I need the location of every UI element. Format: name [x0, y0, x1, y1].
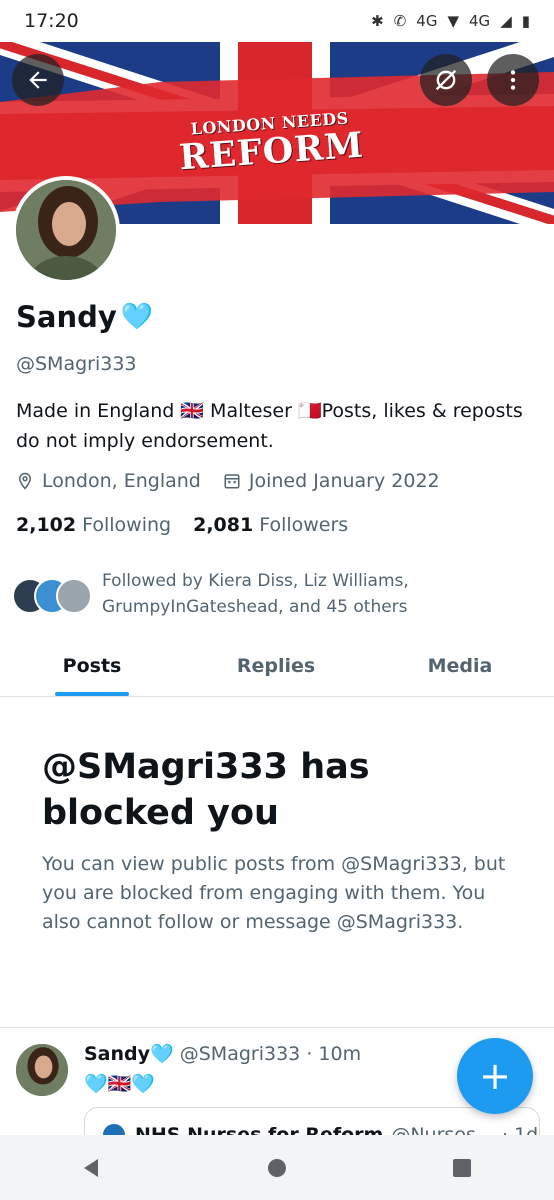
followers-label: Followers — [259, 514, 349, 536]
nav-back-icon[interactable] — [80, 1156, 104, 1180]
network-label-2: 4G — [469, 12, 491, 30]
following-link[interactable]: 2,102 Following — [16, 514, 171, 536]
followed-by-avatars — [12, 578, 92, 614]
tweet-author-handle: @SMagri333 — [179, 1043, 301, 1065]
tweet-avatar[interactable] — [16, 1044, 68, 1096]
network-label-1: 4G — [416, 12, 438, 30]
blocked-notice: @SMagri333 has blocked you You can view … — [42, 744, 512, 937]
tweet-header: Sandy🩵 @SMagri333 · 10m — [84, 1042, 361, 1065]
tweet-time: · 10m — [306, 1043, 362, 1065]
active-tab-indicator — [55, 692, 129, 696]
call-icon: ✆ — [393, 12, 407, 30]
status-icons: ✱ ✆ 4G ▼ 4G ◢ ▮ — [371, 12, 530, 30]
nav-home-icon[interactable] — [265, 1156, 289, 1180]
tab-replies-label: Replies — [236, 655, 316, 677]
followers-link[interactable]: 2,081 Followers — [193, 514, 348, 536]
joined-item: Joined January 2022 — [223, 470, 440, 492]
bluetooth-icon: ✱ — [371, 12, 384, 30]
profile-name: Sandy — [16, 300, 117, 334]
follower-avatar-3 — [56, 578, 92, 614]
more-options-button[interactable] — [487, 54, 539, 106]
compose-button[interactable]: + — [457, 1038, 533, 1114]
tab-replies[interactable]: Replies — [184, 640, 368, 696]
profile-avatar[interactable] — [12, 176, 120, 284]
profile-meta: London, England Joined January 2022 — [16, 470, 462, 492]
followed-by-text: Followed by Kiera Diss, Liz Williams, Gr… — [102, 571, 409, 617]
blocked-title: @SMagri333 has blocked you — [42, 747, 370, 833]
divider — [0, 1027, 554, 1028]
nav-recent-icon[interactable] — [450, 1156, 474, 1180]
profile-bio: Made in England 🇬🇧 Malteser 🇲🇹Posts, lik… — [16, 400, 523, 452]
blue-heart-emoji: 🩵 — [120, 302, 154, 332]
profile-name-row: Sandy 🩵 — [16, 300, 153, 334]
tab-posts[interactable]: Posts — [0, 640, 184, 696]
signal-icon: ◢ — [500, 12, 512, 30]
location-text: London, England — [42, 470, 201, 492]
hide-banner-button[interactable] — [420, 54, 472, 106]
system-nav-bar — [0, 1135, 554, 1200]
tweet-author-name[interactable]: Sandy — [84, 1043, 150, 1065]
tab-media-label: Media — [427, 655, 493, 677]
avatar-photo — [16, 180, 116, 280]
tweet-avatar-photo — [16, 1044, 68, 1096]
profile-tabs: Posts Replies Media — [0, 640, 554, 697]
following-count: 2,102 — [16, 514, 77, 536]
wifi-icon: ▼ — [447, 12, 460, 30]
back-arrow-icon — [29, 71, 47, 89]
status-time: 17:20 — [24, 10, 79, 32]
tweet-author-emoji: 🩵 — [150, 1043, 174, 1065]
tab-posts-label: Posts — [62, 655, 122, 677]
joined-text: Joined January 2022 — [248, 470, 440, 492]
calendar-icon — [224, 474, 240, 489]
status-bar: 17:20 ✱ ✆ 4G ▼ 4G ◢ ▮ — [0, 0, 554, 42]
blocked-body: You can view public posts from @SMagri33… — [42, 853, 506, 933]
followers-count: 2,081 — [193, 514, 254, 536]
plus-icon: + — [479, 1054, 511, 1098]
follow-counts: 2,102 Following 2,081 Followers — [16, 514, 370, 536]
more-vertical-icon — [510, 70, 516, 90]
tab-media[interactable]: Media — [368, 640, 552, 696]
battery-icon: ▮ — [521, 12, 530, 30]
eye-slash-icon — [435, 69, 457, 91]
profile-handle: @SMagri333 — [16, 353, 137, 375]
tweet-text: 🩵🇬🇧🩵 — [84, 1073, 155, 1095]
following-label: Following — [82, 514, 172, 536]
back-button[interactable] — [12, 54, 64, 106]
followed-by-row[interactable]: Followed by Kiera Diss, Liz Williams, Gr… — [12, 568, 482, 620]
location-item: London, England — [16, 470, 201, 492]
location-pin-icon — [18, 472, 32, 490]
